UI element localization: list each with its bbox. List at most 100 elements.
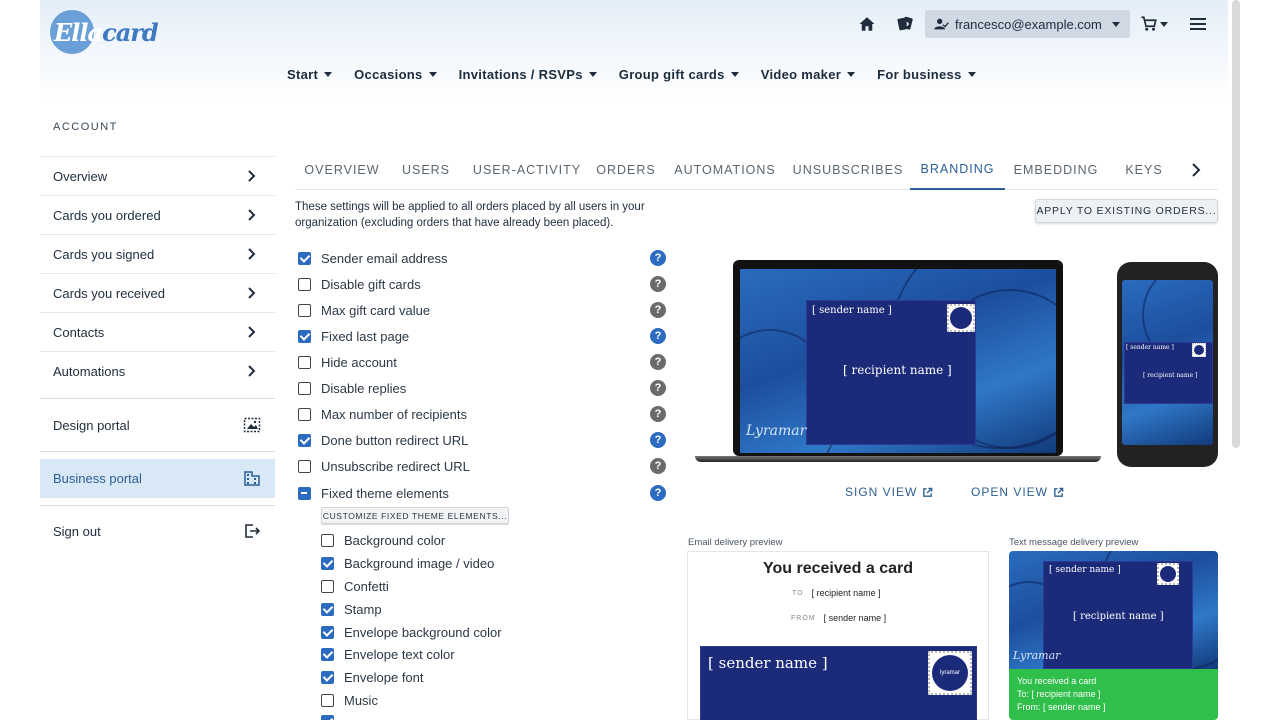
theme-option-music[interactable]: Music [321,691,378,709]
theme-option-envelope-font[interactable]: Envelope font [321,668,424,686]
email-to-row: TO [ recipient name ] [792,588,881,598]
checkbox[interactable] [321,670,334,684]
help-icon[interactable]: ? [650,302,666,318]
option-sender-email[interactable]: Sender email address [298,249,447,267]
nav-for-business[interactable]: For business [877,67,976,82]
option-label: Fixed last page [321,328,410,344]
nav-occasions[interactable]: Occasions [354,67,437,82]
option-done-redirect-url[interactable]: Done button redirect URL [298,431,468,449]
theme-option-partial[interactable] [321,712,344,720]
ellacard-logo[interactable]: Ellacard [50,8,159,58]
stamp-text: lyramar [939,670,960,676]
building-icon [244,471,260,486]
option-fixed-last-page[interactable]: Fixed last page [298,327,409,345]
checkbox[interactable] [298,486,311,500]
sidebar-item-overview[interactable]: Overview [40,156,275,195]
nav-start[interactable]: Start [287,67,333,82]
sidebar-item-label: Sign out [53,524,101,539]
tab-user-activity[interactable]: USER-ACTIVITY [463,150,591,190]
option-disable-gift-cards[interactable]: Disable gift cards [298,275,421,293]
checkbox[interactable] [321,625,334,639]
theme-option-envelope-bg-color[interactable]: Envelope background color [321,623,502,641]
help-icon[interactable]: ? [650,458,666,474]
sidebar-item-cards-signed[interactable]: Cards you signed [40,234,275,273]
checkbox[interactable] [298,329,311,343]
tab-branding[interactable]: BRANDING [910,150,1005,190]
tab-keys[interactable]: KEYS [1115,150,1173,190]
left-margin [0,0,40,720]
cards-icon[interactable] [893,12,917,36]
cart-button[interactable] [1138,12,1170,36]
help-icon[interactable]: ? [650,406,666,422]
sidebar-item-cards-ordered[interactable]: Cards you ordered [40,195,275,234]
site-header: Ellacard francesco@example.com Start Occ… [40,0,1228,100]
nav-video-maker[interactable]: Video maker [761,67,856,82]
option-hide-account[interactable]: Hide account [298,353,397,371]
sidebar-item-design-portal[interactable]: Design portal [40,406,275,445]
customize-fixed-theme-button[interactable]: CUSTOMIZE FIXED THEME ELEMENTS... [321,507,509,524]
checkbox[interactable] [321,714,334,720]
checkbox[interactable] [298,407,311,421]
option-label: Music [344,692,378,708]
option-label: Disable gift cards [321,276,421,292]
menu-icon[interactable] [1186,12,1210,36]
checkbox[interactable] [298,433,311,447]
sidebar-item-cards-received[interactable]: Cards you received [40,273,275,312]
tab-orders[interactable]: ORDERS [591,150,661,190]
tab-overview[interactable]: OVERVIEW [295,150,389,190]
tab-unsubscribes[interactable]: UNSUBSCRIBES [789,150,907,190]
page-scrollbar[interactable] [1232,0,1240,448]
option-max-gift-card-value[interactable]: Max gift card value [298,301,430,319]
option-label: Max gift card value [321,302,431,318]
sign-view-link[interactable]: SIGN VIEW [845,485,933,499]
help-icon[interactable]: ? [650,432,666,448]
tab-embedding[interactable]: EMBEDDING [1005,150,1107,190]
logo-text: Ellacard [54,18,159,47]
checkbox[interactable] [298,303,311,317]
checkbox[interactable] [298,277,311,291]
nav-group-gift-cards[interactable]: Group gift cards [619,67,739,82]
sender-placeholder: [ sender name ] [812,305,892,316]
option-disable-replies[interactable]: Disable replies [298,379,406,397]
checkbox[interactable] [321,579,334,593]
tab-automations[interactable]: AUTOMATIONS [661,150,789,190]
apply-to-existing-orders-button[interactable]: APPLY TO EXISTING ORDERS... [1035,199,1218,223]
open-view-link[interactable]: OPEN VIEW [971,485,1064,499]
help-icon[interactable]: ? [650,380,666,396]
sender-placeholder: [ sender name ] [1049,565,1121,575]
checkbox[interactable] [321,602,334,616]
chevron-right-icon [248,209,256,221]
checkbox[interactable] [321,647,334,661]
sidebar-item-sign-out[interactable]: Sign out [40,512,275,551]
option-max-recipients[interactable]: Max number of recipients [298,405,467,423]
checkbox[interactable] [321,693,334,707]
open-view-label: OPEN VIEW [971,485,1049,499]
theme-option-background-image[interactable]: Background image / video [321,554,494,572]
help-icon[interactable]: ? [650,250,666,266]
theme-option-envelope-text-color[interactable]: Envelope text color [321,645,455,663]
checkbox[interactable] [298,459,311,473]
user-account-menu[interactable]: francesco@example.com [925,10,1130,38]
theme-option-background-color[interactable]: Background color [321,531,445,549]
help-icon[interactable]: ? [650,354,666,370]
help-icon[interactable]: ? [650,328,666,344]
tab-users[interactable]: USERS [389,150,463,190]
checkbox[interactable] [298,381,311,395]
checkbox[interactable] [298,251,311,265]
help-icon[interactable]: ? [650,485,666,501]
help-icon[interactable]: ? [650,276,666,292]
option-unsubscribe-redirect-url[interactable]: Unsubscribe redirect URL [298,457,470,475]
sidebar-item-contacts[interactable]: Contacts [40,312,275,351]
sidebar-item-automations[interactable]: Automations [40,351,275,390]
chevron-right-icon[interactable] [1188,162,1204,178]
nav-invitations[interactable]: Invitations / RSVPs [459,67,597,82]
option-fixed-theme-elements[interactable]: Fixed theme elements [298,484,449,502]
option-label: Unsubscribe redirect URL [321,458,470,474]
home-icon[interactable] [855,12,879,36]
theme-option-confetti[interactable]: Confetti [321,577,389,595]
checkbox[interactable] [298,355,311,369]
checkbox[interactable] [321,556,334,570]
sidebar-item-business-portal[interactable]: Business portal [40,459,275,498]
checkbox[interactable] [321,533,334,547]
theme-option-stamp[interactable]: Stamp [321,600,382,618]
